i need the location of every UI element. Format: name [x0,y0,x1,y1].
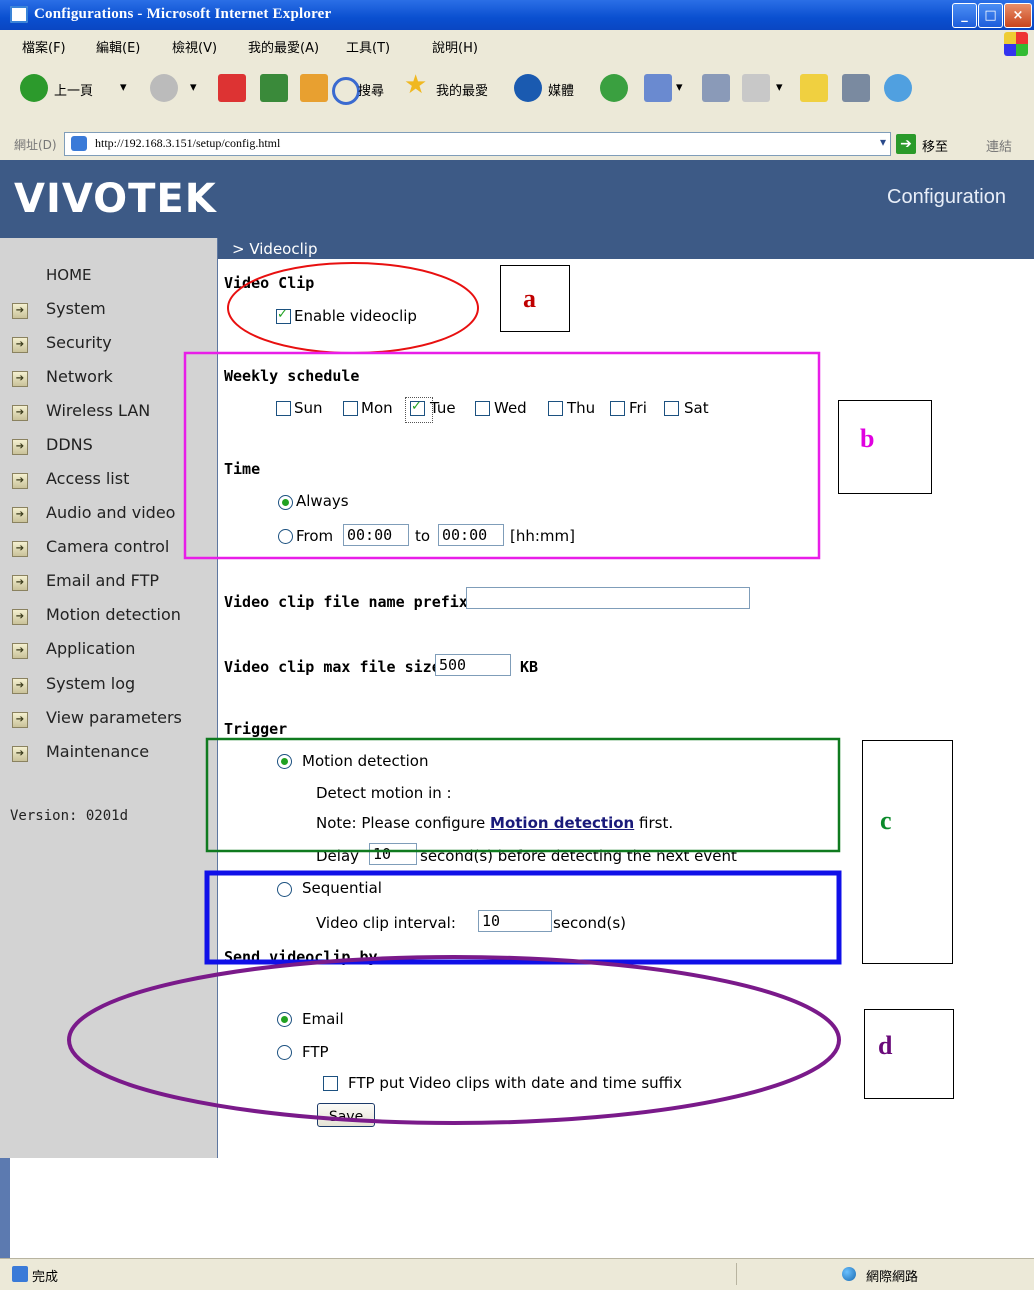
annotation-d-label: d [878,1031,893,1060]
status-bar: 完成 網際網路 [0,1258,1034,1290]
annotation-b-label: b [860,424,875,453]
internet-globe-icon [842,1267,856,1281]
status-done: 完成 [32,1270,59,1285]
annotation-seq-box [204,870,842,965]
annotation-b-box-label [838,400,932,494]
annotation-c-box [205,737,841,853]
annotation-c-label: c [880,806,892,835]
status-zone: 網際網路 [866,1270,919,1285]
annotation-d-ellipse [67,955,841,1125]
annotation-a-label: a [523,284,536,313]
annotation-a-ellipse [227,262,479,354]
annotation-c-box-label [862,740,953,964]
annotation-b-box [183,351,821,560]
status-divider [736,1263,737,1285]
page-done-icon [12,1266,28,1282]
